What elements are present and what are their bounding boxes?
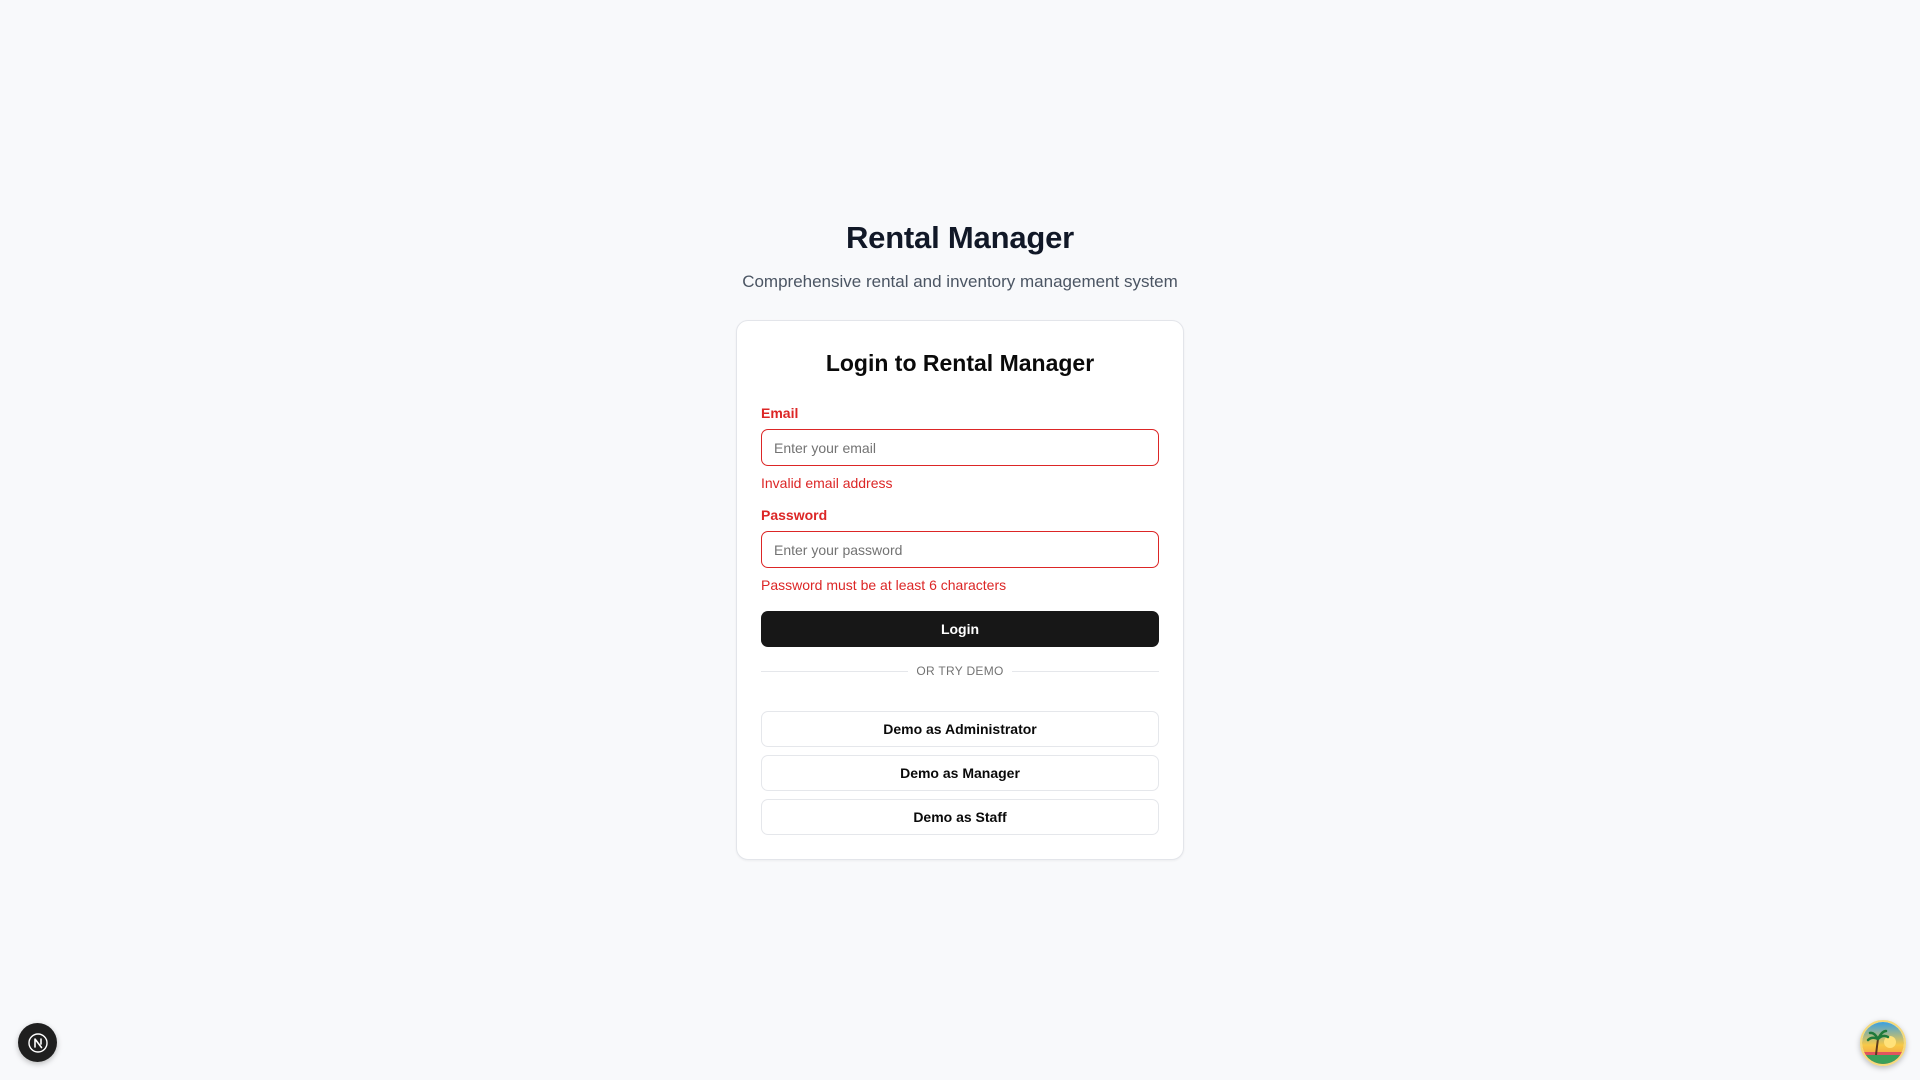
login-card-title: Login to Rental Manager [825, 350, 1095, 376]
divider-line-right [1011, 670, 1160, 672]
login-page: Rental Manager Comprehensive rental and … [0, 0, 1920, 1080]
password-input[interactable] [761, 531, 1159, 568]
divider-line-left [761, 670, 909, 672]
divider-text: OR TRY DEMO [916, 664, 1004, 678]
password-label: Password [761, 507, 828, 523]
login-card: Login to Rental Manager Email Invalid em… [736, 320, 1184, 860]
password-error: Password must be at least 6 characters [761, 577, 1007, 593]
email-input[interactable] [761, 429, 1159, 466]
email-error: Invalid email address [761, 475, 893, 491]
demo-divider: OR TRY DEMO [761, 663, 1160, 679]
user-avatar[interactable] [1860, 1020, 1906, 1066]
login-button[interactable]: Login [761, 611, 1159, 647]
nextjs-n-icon [27, 1032, 48, 1053]
page-header: Rental Manager Comprehensive rental and … [0, 218, 1920, 293]
app-title: Rental Manager [845, 220, 1075, 255]
demo-manager-button[interactable]: Demo as Manager [761, 755, 1159, 791]
app-subtitle: Comprehensive rental and inventory manag… [742, 272, 1178, 291]
demo-administrator-button[interactable]: Demo as Administrator [761, 711, 1159, 747]
palm-tree-sunset-avatar [1862, 1022, 1904, 1064]
demo-staff-button[interactable]: Demo as Staff [761, 799, 1159, 835]
email-label: Email [761, 405, 799, 421]
nextjs-dev-badge[interactable] [18, 1023, 57, 1062]
